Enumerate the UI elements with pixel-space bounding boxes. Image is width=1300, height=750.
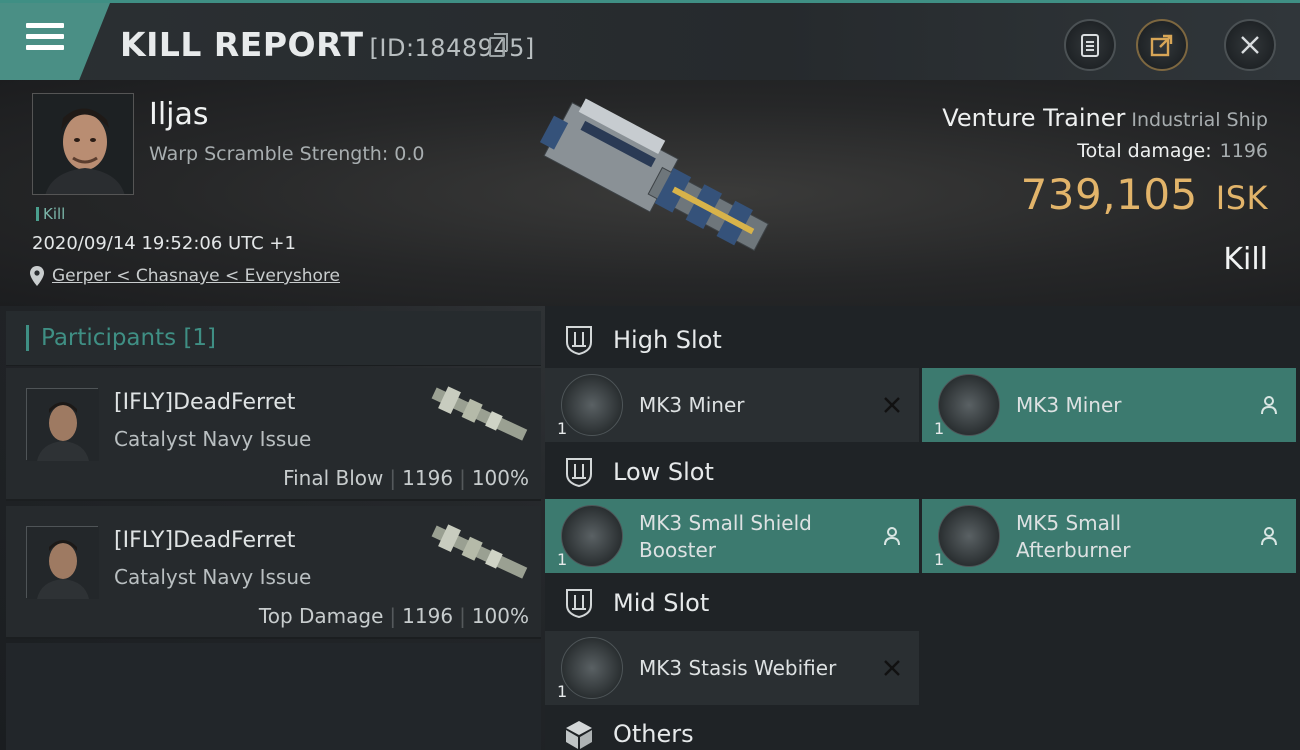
kill-location[interactable]: Gerper < Chasnaye < Everyshore [30, 266, 340, 286]
others-header: Others [545, 708, 1300, 750]
hamburger-icon [26, 23, 64, 57]
slot-shield-icon [566, 326, 592, 356]
module-name: MK3 Small Shield Booster [639, 511, 812, 562]
module-quantity: 1 [934, 550, 945, 569]
module-slot[interactable]: 1 MK3 Miner [545, 368, 919, 442]
close-icon [1241, 36, 1259, 54]
ship-type: Venture Trainer [942, 104, 1126, 132]
module-name: MK3 Miner [639, 393, 745, 417]
menu-button[interactable] [0, 3, 110, 80]
module-name: MK5 Small Afterburner [1016, 511, 1131, 562]
total-damage: Total damage: 1196 [1077, 140, 1268, 162]
participant-percent: 100% [471, 604, 529, 628]
isk-unit: ISK [1215, 179, 1268, 217]
participants-label: Participants [1] [26, 325, 216, 351]
participants-header[interactable]: Participants [1] [6, 311, 541, 366]
high-slot-label: High Slot [613, 326, 722, 354]
share-icon [1150, 34, 1173, 57]
header-bar: KILL REPORT [ID:1848945] [0, 0, 1300, 80]
participant-portrait-icon [27, 527, 99, 599]
participant-stats: Final Blow | 1196 | 100% [283, 466, 529, 490]
location-link[interactable]: Gerper < Chasnaye < Everyshore [52, 266, 340, 286]
isk-amount: 739,105 [1020, 170, 1198, 219]
module-slot[interactable]: 1 MK3 Stasis Webifier [545, 631, 919, 705]
kill-timestamp: 2020/09/14 19:52:06 UTC +1 [32, 233, 296, 254]
victim-name[interactable]: Iljas [149, 97, 209, 132]
clipboard-button[interactable] [1064, 19, 1116, 71]
warp-scramble-strength: Warp Scramble Strength: 0.0 [149, 143, 425, 165]
participant-name[interactable]: [IFLY]DeadFerret [114, 390, 295, 415]
participant-stats: Top Damage | 1196 | 100% [258, 604, 529, 628]
participant-percent: 100% [471, 466, 529, 490]
module-name: MK3 Stasis Webifier [639, 656, 837, 680]
module-slot[interactable]: 1 MK3 Small Shield Booster [545, 499, 919, 573]
miner-module-icon [938, 374, 1000, 436]
shield-booster-icon [561, 505, 623, 567]
module-quantity: 1 [557, 682, 568, 701]
kill-report-screen: KILL REPORT [ID:1848945] Iljas Warp Scram… [0, 0, 1300, 750]
module-slot[interactable]: 1 MK3 Miner [922, 368, 1296, 442]
slot-shield-icon [566, 589, 592, 619]
module-slot[interactable]: 1 MK5 Small Afterburner [922, 499, 1296, 573]
weapon-icon [431, 386, 528, 441]
copy-icon[interactable] [489, 33, 508, 57]
participant-avatar[interactable] [26, 526, 99, 599]
participant-role: Final Blow [283, 466, 384, 490]
low-slot-header: Low Slot [545, 446, 1300, 498]
stasis-webifier-icon [561, 637, 623, 699]
low-slot-label: Low Slot [613, 458, 714, 486]
participant-damage: 1196 [402, 604, 454, 628]
title-text: KILL REPORT [120, 25, 364, 64]
ship-class: Industrial Ship [1131, 109, 1268, 131]
total-damage-label: Total damage: [1077, 140, 1212, 162]
kill-tag: Kill [36, 205, 65, 223]
clipboard-icon [1081, 34, 1099, 57]
participant-role: Top Damage [258, 604, 384, 628]
participant-ship: Catalyst Navy Issue [114, 565, 312, 589]
report-id: [ID:1848945] [369, 34, 535, 62]
destroyed-icon [879, 392, 905, 418]
person-icon [1256, 392, 1282, 418]
participant-damage: 1196 [402, 466, 454, 490]
module-quantity: 1 [557, 550, 568, 569]
participant-row[interactable]: [IFLY]DeadFerret Catalyst Navy Issue Fin… [6, 368, 541, 501]
high-slot-header: High Slot [545, 314, 1300, 366]
mid-slot-label: Mid Slot [613, 589, 710, 617]
close-button[interactable] [1224, 19, 1276, 71]
participant-name[interactable]: [IFLY]DeadFerret [114, 528, 295, 553]
module-name: MK3 Miner [1016, 393, 1122, 417]
participant-portrait-icon [27, 389, 99, 461]
ship-image [539, 98, 769, 252]
destroyed-icon [879, 655, 905, 681]
participant-ship: Catalyst Navy Issue [114, 427, 312, 451]
cube-icon [566, 721, 592, 749]
module-quantity: 1 [934, 419, 945, 438]
ship-name[interactable]: Venture Trainer Industrial Ship [942, 104, 1268, 132]
kill-result: Kill [1223, 242, 1268, 277]
isk-value: 739,105 ISK [1021, 170, 1268, 219]
others-label: Others [613, 720, 694, 748]
pilot-portrait-icon [33, 94, 133, 194]
weapon-icon [431, 524, 528, 579]
participant-avatar[interactable] [26, 388, 99, 461]
victim-portrait[interactable] [32, 93, 134, 195]
share-button[interactable] [1136, 19, 1188, 71]
miner-module-icon [561, 374, 623, 436]
module-quantity: 1 [557, 419, 568, 438]
person-icon [1256, 523, 1282, 549]
slot-shield-icon [566, 458, 592, 488]
participants-empty-area [6, 643, 541, 750]
participant-row[interactable]: [IFLY]DeadFerret Catalyst Navy Issue Top… [6, 506, 541, 639]
location-pin-icon [30, 266, 44, 286]
mid-slot-header: Mid Slot [545, 577, 1300, 629]
total-damage-value: 1196 [1219, 140, 1268, 162]
page-title: KILL REPORT [ID:1848945] [120, 25, 535, 64]
person-icon [879, 523, 905, 549]
afterburner-icon [938, 505, 1000, 567]
